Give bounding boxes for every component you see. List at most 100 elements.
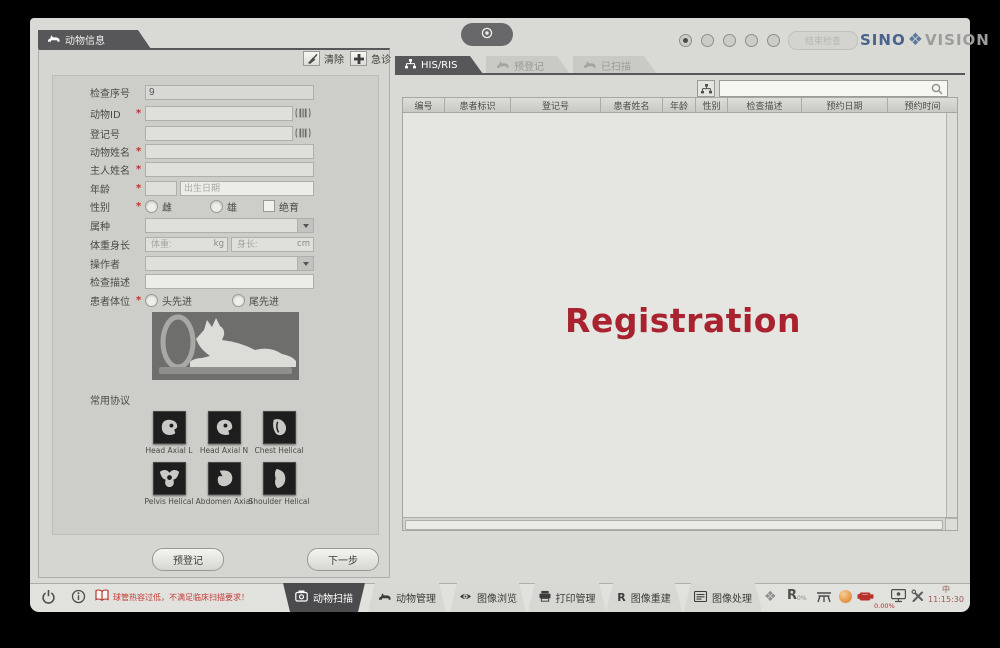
protocol-thumb-chest-helical[interactable] xyxy=(263,411,296,444)
status-indicator-2[interactable] xyxy=(701,34,714,47)
scrollbar-corner xyxy=(945,518,957,530)
gender-male-radio[interactable] xyxy=(210,200,223,213)
owner-name-input[interactable] xyxy=(145,162,314,177)
protocol-thumb-shoulder-helical[interactable] xyxy=(263,462,296,495)
column-header[interactable]: 年龄 xyxy=(663,98,696,112)
desc-input[interactable] xyxy=(145,274,314,289)
nav-animal-manage[interactable]: 动物管理 xyxy=(368,583,446,612)
protocol-thumb-head-axial-n[interactable] xyxy=(208,411,241,444)
nav-image-process-label: 图像处理 xyxy=(712,590,752,605)
weight-input[interactable] xyxy=(149,238,214,250)
nav-image-process[interactable]: 图像处理 xyxy=(684,583,762,612)
head-first-radio[interactable] xyxy=(145,294,158,307)
neutered-label: 绝育 xyxy=(279,199,299,214)
column-header[interactable]: 性别 xyxy=(696,98,728,112)
desc-label: 检查描述 xyxy=(90,274,136,289)
nav-print-manage[interactable]: 打印管理 xyxy=(528,583,606,612)
application-window: 结束检查 SINO ❖ VISION 动物信息 清除 急诊 检查序号 动物ID … xyxy=(0,0,1000,648)
preregister-button[interactable]: 预登记 xyxy=(152,548,224,571)
head-first-label: 头先进 xyxy=(162,293,192,308)
gender-female-radio[interactable] xyxy=(145,200,158,213)
disk-usage-icon[interactable] xyxy=(839,590,852,603)
animal-name-row: 动物姓名 * xyxy=(90,143,314,159)
preregister-button-label: 预登记 xyxy=(173,552,203,567)
column-header[interactable]: 预约日期 xyxy=(802,98,888,112)
tail-first-radio[interactable] xyxy=(232,294,245,307)
required-marker: * xyxy=(136,201,145,212)
weight-unit: kg xyxy=(214,239,224,249)
tab-hisris[interactable]: HIS/RIS xyxy=(395,56,483,74)
reg-no-input[interactable] xyxy=(145,126,293,141)
tab-preregistered[interactable]: 预登记 xyxy=(486,56,570,74)
animal-info-tab[interactable]: 动物信息 xyxy=(38,30,151,49)
info-button[interactable] xyxy=(71,589,86,604)
required-marker: * xyxy=(136,183,145,194)
status-indicator-5[interactable] xyxy=(767,34,780,47)
age-label: 年龄 xyxy=(90,181,136,196)
hierarchy-icon xyxy=(701,84,712,94)
nav-animal-scan[interactable]: 动物扫描 xyxy=(283,583,365,612)
worklist-query-button[interactable] xyxy=(697,80,715,97)
letter-r-icon: R xyxy=(617,591,625,604)
language-indicator[interactable]: 中 xyxy=(926,585,966,595)
chevron-down-icon[interactable] xyxy=(297,257,313,270)
column-header[interactable]: 患者姓名 xyxy=(601,98,663,112)
gender-male-label: 雄 xyxy=(227,199,237,214)
species-select[interactable] xyxy=(145,218,314,233)
exam-no-input[interactable] xyxy=(145,85,314,100)
column-header[interactable]: 患者标识 xyxy=(445,98,511,112)
power-button[interactable] xyxy=(41,589,56,604)
dog-icon xyxy=(583,59,596,72)
tab-scanned[interactable]: 已扫描 xyxy=(573,56,657,74)
column-header[interactable]: 登记号 xyxy=(511,98,601,112)
protocol-thumb-pelvis-helical[interactable] xyxy=(153,462,186,495)
operator-select[interactable] xyxy=(145,256,314,271)
length-input[interactable] xyxy=(235,238,297,250)
neutered-checkbox[interactable] xyxy=(263,200,275,212)
tools-icon[interactable] xyxy=(911,589,924,602)
column-header[interactable]: 编号 xyxy=(403,98,445,112)
protocol-thumb-head-axial-l[interactable] xyxy=(153,411,186,444)
exam-no-row: 检查序号 xyxy=(90,84,314,100)
barcode-icon xyxy=(295,104,311,123)
worklist-table: 编号 患者标识 登记号 患者姓名 年龄 性别 检查描述 预约日期 预约时间 Re… xyxy=(402,97,958,531)
status-indicator-3[interactable] xyxy=(723,34,736,47)
next-button[interactable]: 下一步 xyxy=(307,548,379,571)
vertical-scrollbar[interactable] xyxy=(946,113,957,517)
log-book-icon[interactable] xyxy=(95,589,109,602)
owner-name-row: 主人姓名 * xyxy=(90,161,314,177)
column-header[interactable]: 预约时间 xyxy=(888,98,957,112)
emergency-button[interactable]: 急诊 xyxy=(350,51,391,66)
column-header[interactable]: 检查描述 xyxy=(728,98,802,112)
brush-icon xyxy=(303,51,320,66)
horizontal-scrollbar[interactable] xyxy=(403,517,957,530)
search-input[interactable] xyxy=(720,83,931,94)
nav-image-recon[interactable]: R 图像重建 xyxy=(606,583,682,612)
search-icon[interactable] xyxy=(931,83,943,95)
plus-icon xyxy=(350,51,367,66)
tube-heat-percent: 0.00% xyxy=(874,602,895,610)
animal-name-input[interactable] xyxy=(145,144,314,159)
age-row: 年龄 * xyxy=(90,180,314,196)
protocol-thumb-abdomen-axial[interactable] xyxy=(208,462,241,495)
scan-table-status-icon[interactable] xyxy=(816,590,832,603)
tube-heat-icon[interactable] xyxy=(857,591,874,602)
scan-control-button[interactable] xyxy=(461,23,513,46)
clear-button[interactable]: 清除 xyxy=(303,51,344,66)
end-exam-button[interactable]: 结束检查 xyxy=(788,31,858,50)
tab-hisris-label: HIS/RIS xyxy=(421,60,457,71)
animal-id-input[interactable] xyxy=(145,106,293,121)
age-input[interactable] xyxy=(145,181,177,196)
status-indicator-4[interactable] xyxy=(745,34,758,47)
hierarchy-icon xyxy=(405,59,416,72)
scrollbar-thumb[interactable] xyxy=(405,520,943,530)
recon-percent: 0% xyxy=(797,595,807,602)
chevron-down-icon[interactable] xyxy=(297,219,313,232)
nav-image-browse[interactable]: 图像浏览 xyxy=(450,583,526,612)
workstation-icon[interactable] xyxy=(891,589,906,603)
birth-date-input[interactable] xyxy=(180,181,314,196)
status-indicator-1[interactable] xyxy=(679,34,692,47)
worklist-header: 编号 患者标识 登记号 患者姓名 年龄 性别 检查描述 预约日期 预约时间 xyxy=(403,98,957,113)
recon-status[interactable]: R 0% xyxy=(787,588,807,603)
reg-no-label: 登记号 xyxy=(90,126,136,141)
